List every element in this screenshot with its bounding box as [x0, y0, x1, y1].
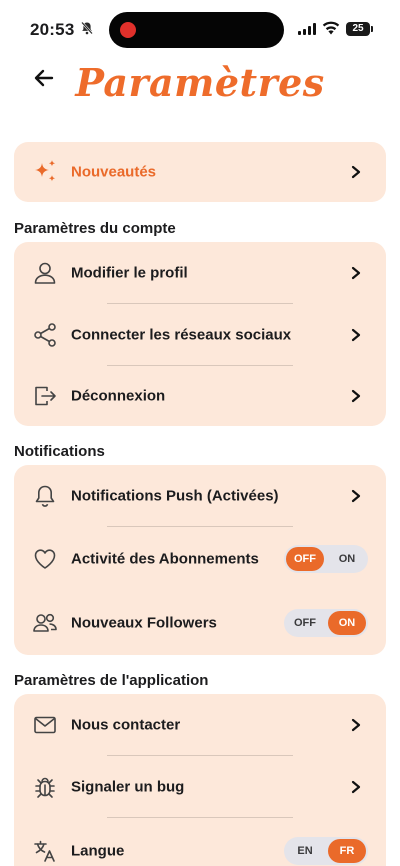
- notifications-card: Notifications Push (Activées) Activité d…: [14, 465, 386, 655]
- report-bug-row[interactable]: Signaler un bug: [14, 756, 386, 818]
- heart-icon: [32, 546, 58, 572]
- edit-profile-label: Modifier le profil: [71, 264, 188, 282]
- toggle-off-option[interactable]: OFF: [286, 547, 324, 571]
- page-title: Paramètres: [75, 60, 325, 105]
- chevron-right-icon: [350, 489, 362, 503]
- divider: [107, 817, 293, 818]
- dynamic-island: [109, 12, 284, 48]
- chevron-right-icon: [350, 165, 362, 179]
- connect-social-row[interactable]: Connecter les réseaux sociaux: [14, 304, 386, 366]
- silent-mode-icon: [80, 21, 94, 35]
- logout-label: Déconnexion: [71, 387, 166, 405]
- language-toggle[interactable]: EN FR: [284, 837, 368, 865]
- users-icon: [32, 610, 58, 636]
- chevron-right-icon: [350, 389, 362, 403]
- account-card: Modifier le profil Connecter les réseaux…: [14, 242, 386, 426]
- subscriptions-activity-toggle[interactable]: OFF ON: [284, 545, 368, 573]
- toggle-on-option[interactable]: ON: [328, 611, 366, 635]
- push-notifications-label: Notifications Push (Activées): [71, 487, 279, 505]
- language-fr-option[interactable]: FR: [328, 839, 366, 863]
- bug-icon: [32, 774, 58, 800]
- share-icon: [32, 322, 58, 348]
- connect-social-label: Connecter les réseaux sociaux: [71, 326, 292, 344]
- logout-row[interactable]: Déconnexion: [14, 366, 386, 426]
- user-icon: [32, 260, 58, 286]
- edit-profile-row[interactable]: Modifier le profil: [14, 242, 386, 304]
- chevron-right-icon: [350, 328, 362, 342]
- report-bug-label: Signaler un bug: [71, 778, 185, 796]
- status-time: 20:53: [30, 20, 75, 39]
- app-settings-card: Nous contacter Signaler un bug Langue EN…: [14, 694, 386, 866]
- logout-icon: [32, 383, 58, 409]
- recording-indicator-icon: [120, 22, 136, 38]
- sparkles-icon: [32, 159, 58, 185]
- new-followers-toggle[interactable]: OFF ON: [284, 609, 368, 637]
- contact-us-label: Nous contacter: [71, 716, 181, 734]
- toggle-off-option[interactable]: OFF: [286, 611, 324, 635]
- cellular-signal-icon: [298, 23, 318, 35]
- whats-new-label: Nouveautés: [71, 163, 157, 181]
- bell-icon: [32, 483, 58, 509]
- new-followers-row: Nouveaux Followers OFF ON: [14, 592, 386, 654]
- language-row: Langue EN FR: [14, 820, 386, 866]
- divider: [107, 526, 293, 527]
- language-en-option[interactable]: EN: [286, 839, 324, 863]
- subscriptions-activity-row: Activité des Abonnements OFF ON: [14, 528, 386, 590]
- subscriptions-activity-label: Activité des Abonnements: [71, 550, 259, 568]
- new-followers-label: Nouveaux Followers: [71, 614, 217, 632]
- account-section-title: Paramètres du compte: [14, 220, 176, 237]
- translate-icon: [32, 838, 58, 864]
- chevron-right-icon: [350, 780, 362, 794]
- app-section-title: Paramètres de l'application: [14, 672, 209, 689]
- status-bar: 20:53 25: [0, 0, 400, 60]
- whats-new-card: Nouveautés: [14, 142, 386, 202]
- chevron-right-icon: [350, 718, 362, 732]
- contact-us-row[interactable]: Nous contacter: [14, 694, 386, 756]
- battery-indicator: 25: [346, 22, 373, 36]
- whats-new-row[interactable]: Nouveautés: [14, 142, 386, 202]
- language-label: Langue: [71, 842, 125, 860]
- push-notifications-row[interactable]: Notifications Push (Activées): [14, 465, 386, 527]
- mail-icon: [32, 712, 58, 738]
- notifications-section-title: Notifications: [14, 443, 105, 460]
- toggle-on-option[interactable]: ON: [328, 547, 366, 571]
- wifi-icon: [322, 21, 340, 35]
- chevron-right-icon: [350, 266, 362, 280]
